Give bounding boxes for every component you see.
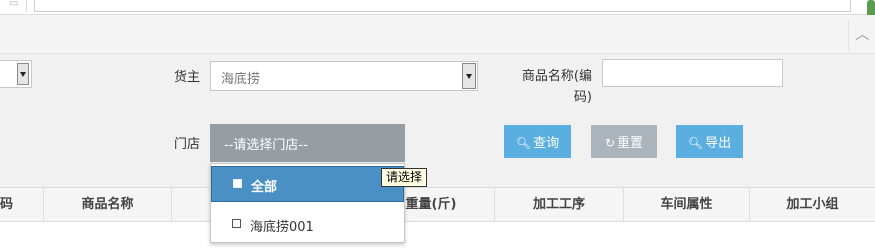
owner-select-arrow[interactable] — [462, 63, 476, 89]
address-bar[interactable] — [34, 0, 851, 12]
chevron-up-icon: ︿ — [855, 27, 870, 43]
export-button-label: 导出 — [705, 136, 732, 151]
owner-select-value: 海底捞 — [221, 72, 261, 87]
query-button-label: 查询 — [533, 136, 560, 151]
store-select[interactable]: --请选择门店-- — [210, 124, 405, 162]
store-label: 门店 — [173, 137, 200, 152]
dropdown-arrow[interactable] — [17, 63, 29, 85]
search-icon: 🔍︎ — [687, 136, 704, 150]
table-body — [0, 222, 875, 251]
dropdown-option-store[interactable]: 海底捞001 — [211, 207, 404, 243]
page-icon-box[interactable]: ▭ — [0, 0, 27, 12]
search-icon: 🔍︎ — [515, 136, 532, 150]
product-name-label: 商品名称(编码) — [521, 69, 592, 105]
page-icon: ▭ — [9, 0, 19, 9]
dropdown-option-all[interactable]: 全部 — [211, 166, 404, 202]
column-header-product-name[interactable]: 商品名称 — [44, 188, 172, 221]
reset-button-label: 重置 — [617, 136, 644, 151]
tooltip: 请选择 — [381, 168, 428, 187]
partial-select[interactable] — [0, 60, 32, 88]
column-header-process-group[interactable]: 加工小组 — [750, 188, 875, 221]
column-header-process[interactable]: 加工工序 — [495, 188, 624, 221]
owner-select[interactable]: 海底捞 — [210, 61, 478, 91]
column-header-code[interactable]: 码 — [0, 188, 44, 221]
column-header-workshop-attr[interactable]: 车间属性 — [624, 188, 750, 221]
browser-top-strip: ▭ — [0, 0, 875, 15]
collapse-button[interactable]: ︿ — [848, 20, 875, 50]
store-dropdown-list: 全部 海底捞001 — [210, 163, 405, 243]
query-button[interactable]: 🔍︎ 查询 — [504, 125, 571, 158]
table-header: 码 商品名称 重量(斤) 加工工序 车间属性 加工小组 — [0, 187, 875, 222]
option-label: 全部 — [251, 180, 278, 195]
caret-down-icon — [20, 72, 26, 77]
store-select-value: --请选择门店-- — [224, 138, 308, 153]
caret-down-icon — [466, 74, 472, 79]
option-label: 海底捞001 — [250, 220, 314, 235]
checkbox[interactable] — [233, 179, 242, 188]
product-name-input[interactable] — [602, 59, 783, 87]
export-button[interactable]: 🔍︎ 导出 — [676, 125, 743, 158]
checkbox[interactable] — [232, 219, 241, 228]
toolbar-strip — [0, 15, 875, 54]
owner-label: 货主 — [173, 70, 200, 85]
refresh-icon: ↻ — [604, 136, 616, 150]
reset-button[interactable]: ↻ 重置 — [591, 125, 657, 158]
